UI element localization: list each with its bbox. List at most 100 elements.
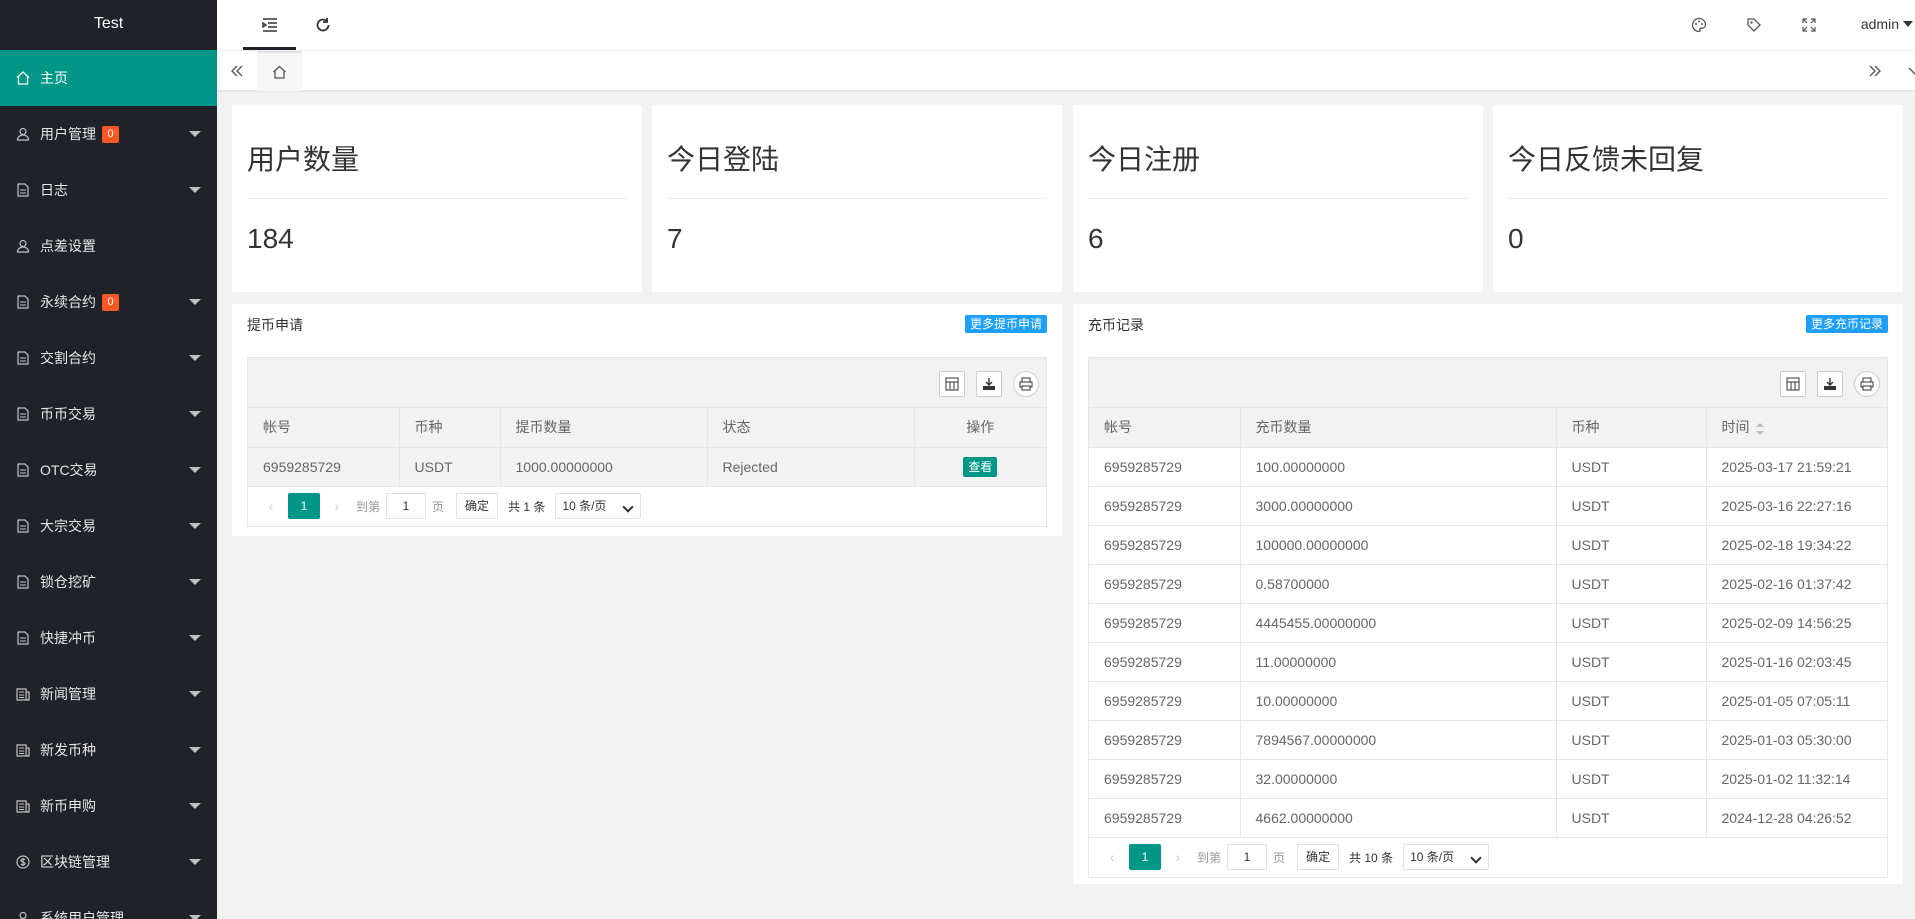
panel-title: 提币申请	[247, 317, 303, 333]
cell-coin: USDT	[1556, 720, 1707, 760]
user-icon	[16, 911, 30, 919]
theme-button[interactable]	[1679, 0, 1719, 50]
table-toolbar	[1089, 358, 1887, 408]
sidebar-item-label: 大宗交易	[40, 518, 96, 534]
cell-time: 2025-03-16 22:27:16	[1706, 486, 1887, 526]
goto-label: 到第	[1197, 850, 1222, 865]
divider	[247, 198, 627, 199]
tag-button[interactable]	[1734, 0, 1774, 50]
export-button[interactable]	[976, 371, 1002, 397]
prev-page-button[interactable]: ‹	[1099, 849, 1125, 865]
goto-confirm-button[interactable]: 确定	[1297, 844, 1340, 870]
logo: Test	[93, 15, 124, 32]
page-input[interactable]: 1	[386, 493, 427, 519]
column-header[interactable]: 充币数量	[1240, 408, 1557, 448]
tab-home[interactable]	[257, 51, 302, 91]
sidebar-item[interactable]: 快捷冲币	[0, 610, 217, 666]
cell-account: 6959285729	[1089, 447, 1241, 487]
columns-filter-button[interactable]	[939, 371, 965, 397]
cell-account: 6959285729	[1089, 759, 1241, 799]
tabs-menu-button[interactable]	[1895, 51, 1915, 91]
print-button[interactable]	[1854, 371, 1880, 397]
caret-down-icon	[189, 355, 201, 361]
caret-down-icon	[189, 411, 201, 417]
column-header[interactable]: 帐号	[1089, 408, 1241, 448]
view-button[interactable]: 查看	[963, 456, 998, 477]
caret-down-icon	[189, 523, 201, 529]
next-page-button[interactable]: ›	[324, 498, 350, 514]
tab-bar	[217, 50, 1915, 91]
sidebar-item[interactable]: 新币申购	[0, 778, 217, 834]
column-header[interactable]: 帐号	[248, 408, 400, 448]
more-withdraw-button[interactable]: 更多提币申请	[964, 315, 1047, 333]
columns-filter-button[interactable]	[1780, 371, 1806, 397]
export-button[interactable]	[1817, 371, 1843, 397]
fullscreen-button[interactable]	[1789, 0, 1829, 50]
print-button[interactable]	[1013, 371, 1039, 397]
table-row: 6959285729 11.00000000 USDT 2025-01-16 02:0…	[1089, 642, 1887, 682]
stat-value: 6	[1088, 223, 1104, 254]
more-deposit-button[interactable]: 更多充币记录	[1805, 315, 1888, 333]
sidebar-item-label: 新币申购	[40, 798, 96, 814]
divider	[667, 198, 1047, 199]
column-header[interactable]: 提币数量	[500, 408, 708, 448]
sidebar-item[interactable]: 日志	[0, 162, 217, 218]
user-name: admin	[1860, 16, 1899, 32]
page-unit-label: 页	[1273, 850, 1286, 865]
cell-time: 2025-01-02 11:32:14	[1706, 759, 1887, 799]
goto-confirm-button[interactable]: 确定	[456, 493, 499, 519]
page-size-select[interactable]: 10 条/页	[555, 493, 642, 519]
sidebar-item[interactable]: 区块链管理	[0, 834, 217, 890]
prev-page-button[interactable]: ‹	[258, 498, 284, 514]
cell-account: 6959285729	[1089, 798, 1241, 838]
dollar-icon	[16, 855, 30, 869]
column-header[interactable]: 状态	[707, 408, 915, 448]
cell-amount: 1000.00000000	[500, 447, 708, 487]
cell-account: 6959285729	[1089, 525, 1241, 565]
sidebar-item[interactable]: 新发币种	[0, 722, 217, 778]
stat-card-logins: 今日登陆 7	[652, 105, 1062, 292]
menu-collapse-button[interactable]	[243, 0, 296, 50]
sidebar-item[interactable]: 币币交易	[0, 386, 217, 442]
cell-amount: 11.00000000	[1240, 642, 1557, 682]
next-page-button[interactable]: ›	[1165, 849, 1191, 865]
column-header-time[interactable]: 时间	[1706, 408, 1887, 448]
sort-icon[interactable]	[1755, 422, 1764, 435]
export-icon	[983, 378, 995, 390]
stat-card-registrations: 今日注册 6	[1073, 105, 1483, 292]
sidebar-item[interactable]: 大宗交易	[0, 498, 217, 554]
caret-down-icon	[189, 747, 201, 753]
tabs-prev-button[interactable]	[217, 51, 257, 91]
page-size-select[interactable]: 10 条/页	[1403, 844, 1490, 870]
pagination: ‹ 1 › 到第 1 页 确定 共 1 条 10 条/页	[248, 487, 1046, 526]
sidebar-item[interactable]: 交割合约	[0, 330, 217, 386]
sidebar-item[interactable]: 锁仓挖矿	[0, 554, 217, 610]
user-menu[interactable]: admin	[1861, 16, 1913, 32]
caret-down-icon	[189, 635, 201, 641]
column-header[interactable]: 操作	[914, 408, 1046, 448]
sidebar-item[interactable]: 永续合约 0	[0, 274, 217, 330]
refresh-button[interactable]	[296, 0, 349, 50]
sidebar-item[interactable]: 用户管理 0	[0, 106, 217, 162]
column-header[interactable]: 币种	[399, 408, 501, 448]
table-row: 6959285729 3000.00000000 USDT 2025-03-16 22…	[1089, 486, 1887, 526]
stat-title: 今日注册	[1088, 144, 1201, 175]
sidebar-item[interactable]: 主页	[0, 50, 217, 106]
current-page[interactable]: 1	[288, 493, 320, 519]
page-input[interactable]: 1	[1227, 844, 1268, 870]
caret-down-icon	[189, 299, 201, 305]
tabs-next-button[interactable]	[1855, 51, 1895, 91]
cell-amount: 100000.00000000	[1240, 525, 1557, 565]
sidebar-item[interactable]: 点差设置	[0, 218, 217, 274]
sidebar-item-label: 用户管理	[40, 126, 96, 142]
sidebar: Test 主页用户管理 0 日志 点差设置 永续合约 0 交割合约 币币交易 OTC交易大宗交易…	[0, 0, 217, 919]
sidebar-item[interactable]: 系统用户管理	[0, 890, 217, 919]
caret-down-icon	[189, 579, 201, 585]
sidebar-item[interactable]: OTC交易	[0, 442, 217, 498]
column-header[interactable]: 币种	[1556, 408, 1707, 448]
count-badge: 0	[102, 125, 119, 143]
news-icon	[16, 799, 30, 813]
table-row: 6959285729 32.00000000 USDT 2025-01-02 11:3…	[1089, 759, 1887, 799]
sidebar-item[interactable]: 新闻管理	[0, 666, 217, 722]
current-page[interactable]: 1	[1129, 844, 1161, 870]
